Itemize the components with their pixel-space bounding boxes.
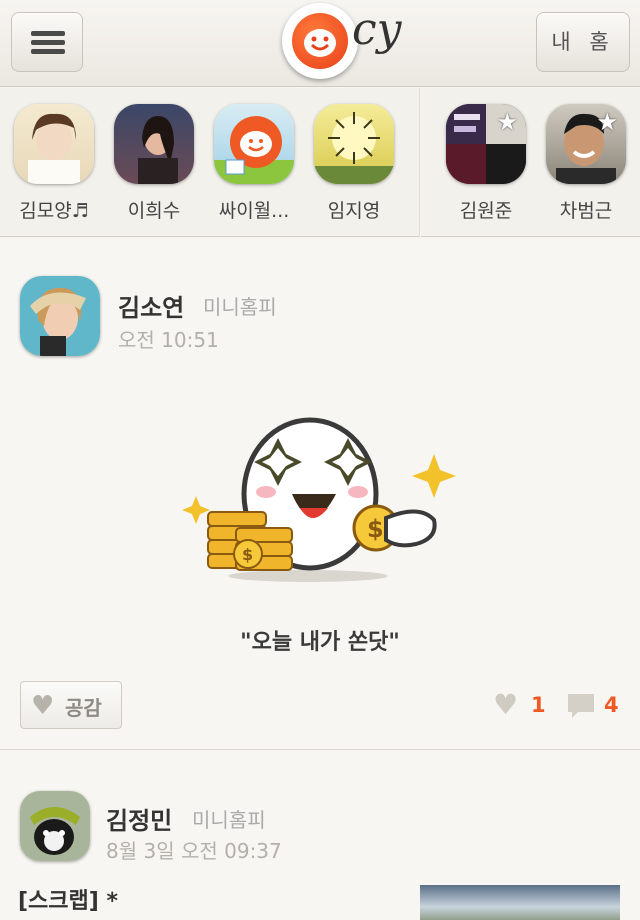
menu-button[interactable] (11, 12, 83, 72)
feed-post: 김소연 미니홈피 오전 10:51 $ $ "오늘 내가 쏜닷" ♥ 공감 ♥ … (0, 238, 640, 750)
friend-name: 김원준 (459, 200, 513, 222)
post-source-tag: 미니홈피 (203, 295, 277, 319)
feed-post: 김정민 미니홈피 8월 3일 오전 09:37 [스크랩] * (0, 751, 640, 920)
friend-item[interactable]: 이희수 (106, 104, 202, 223)
post-caption: "오늘 내가 쏜닷" (240, 630, 400, 655)
avatar (14, 104, 94, 184)
cyworld-logo-button[interactable] (282, 3, 358, 79)
post-source-tag: 미니홈피 (192, 808, 266, 832)
friends-divider (419, 88, 421, 237)
comment-count[interactable]: 4 (604, 693, 619, 717)
money-emoticon-image: $ $ (182, 417, 456, 582)
avatar: ★ (446, 104, 526, 184)
favorite-star-icon: ★ (596, 108, 618, 136)
top-bar: cy 내 홈 (0, 0, 640, 87)
friend-item[interactable]: ★ 김원준 (438, 104, 534, 223)
post-text: [스크랩] * (18, 889, 118, 914)
like-button[interactable]: ♥ 공감 (20, 681, 122, 729)
hamburger-icon (31, 31, 65, 55)
post-thumbnail-image[interactable] (420, 885, 620, 920)
friend-name: 임지영 (327, 200, 381, 222)
post-author[interactable]: 김소연 (118, 288, 184, 323)
favorite-star-icon: ★ (496, 108, 518, 136)
post-author[interactable]: 김정민 (106, 801, 172, 836)
friend-item[interactable]: ★ 차범근 (538, 104, 634, 223)
svg-text:$: $ (242, 545, 253, 564)
heart-icon[interactable]: ♥ (493, 688, 518, 721)
like-button-label: 공감 (65, 696, 102, 720)
avatar (114, 104, 194, 184)
friend-name: 김모양♬ (19, 200, 89, 222)
friend-item[interactable]: 김모양♬ (6, 104, 102, 223)
friend-item[interactable]: 싸이월... (206, 104, 302, 223)
svg-text:$: $ (367, 515, 384, 543)
smiley-logo-icon (292, 13, 348, 69)
friend-name: 싸이월... (218, 200, 290, 222)
logo-wordmark: cy (352, 4, 402, 55)
friend-name: 차범근 (559, 200, 613, 222)
my-home-button[interactable]: 내 홈 (536, 12, 630, 72)
like-count[interactable]: 1 (531, 693, 546, 717)
avatar (214, 104, 294, 184)
friend-name: 이희수 (127, 200, 181, 222)
avatar[interactable] (20, 791, 90, 861)
avatar[interactable] (20, 276, 100, 356)
friend-item[interactable]: 임지영 (306, 104, 402, 223)
avatar: ★ (546, 104, 626, 184)
comment-icon[interactable] (566, 692, 596, 720)
heart-icon: ♥ (31, 691, 55, 721)
post-timestamp: 오전 10:51 (118, 328, 219, 352)
avatar (314, 104, 394, 184)
friends-strip: 김모양♬ 이희수 싸이월... 임지영 ★ 김원준 ★ 차범근 (0, 88, 640, 237)
post-timestamp: 8월 3일 오전 09:37 (106, 839, 282, 863)
